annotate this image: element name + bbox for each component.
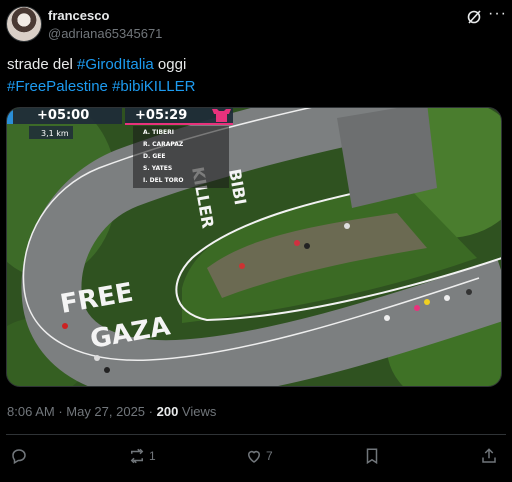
meta-separator: · — [145, 404, 157, 419]
tweet-header: francesco @adriana65345671 ··· — [0, 0, 512, 46]
repost-button[interactable]: 1 — [128, 446, 156, 466]
bookmark-button[interactable] — [363, 446, 381, 466]
bookmark-icon — [366, 448, 378, 465]
author-handle[interactable]: @adriana65345671 — [48, 26, 162, 41]
hashtag-freepalestine[interactable]: #FreePalestine — [7, 78, 108, 95]
divider — [6, 434, 506, 435]
rider-2: R. CARAPAZ — [143, 141, 184, 148]
repost-count: 1 — [149, 449, 156, 463]
aerial-road-photo: FREE GAZA BIBI KILLER — [7, 108, 501, 386]
tweet-text-line-2: #FreePalestine #bibiKILLER — [7, 76, 497, 98]
reply-icon — [12, 449, 26, 465]
avatar[interactable] — [6, 6, 42, 42]
like-button[interactable]: 7 — [245, 446, 273, 466]
repost-icon — [130, 448, 144, 464]
distance-remaining: 3,1 km — [41, 129, 69, 138]
tweet-date[interactable]: May 27, 2025 — [66, 404, 145, 419]
rider-1: A. TIBERI — [143, 129, 174, 136]
action-bar: 1 7 — [0, 444, 512, 470]
like-icon — [247, 450, 261, 463]
rider-3: D. GEE — [143, 153, 166, 160]
views-count: 200 — [156, 404, 179, 419]
tweet-text-line-1: strade del #GirodItalia oggi — [7, 54, 497, 76]
time-gap-1: +05:00 — [37, 108, 90, 123]
share-icon — [482, 448, 496, 463]
share-button[interactable] — [480, 446, 498, 466]
tweet-meta: 8:06 AM · May 27, 2025 · 200 Views — [7, 404, 216, 419]
hashtag-giroditalia[interactable]: #GirodItalia — [77, 56, 154, 73]
more-icon[interactable]: ··· — [488, 6, 507, 22]
text-prefix: strade del — [7, 56, 78, 73]
views-label: Views — [178, 404, 217, 419]
tweet-text: strade del #GirodItalia oggi #FreePalest… — [7, 54, 497, 98]
rider-4: S. YATES — [143, 165, 173, 172]
hashtag-bibikiller[interactable]: #bibiKILLER — [112, 78, 195, 95]
text-suffix: oggi — [153, 56, 187, 73]
reply-button[interactable] — [10, 446, 28, 466]
grok-icon[interactable] — [466, 9, 482, 25]
rider-5: I. DEL TORO — [143, 177, 184, 184]
like-count: 7 — [266, 449, 273, 463]
meta-separator: · — [54, 404, 67, 419]
tweet-time[interactable]: 8:06 AM — [7, 404, 55, 419]
tweet-media-image[interactable]: FREE GAZA BIBI KILLER +05:00 +05:29 3,1 … — [6, 107, 502, 387]
author-display-name[interactable]: francesco — [48, 8, 109, 23]
time-gap-2: +05:29 — [135, 108, 188, 123]
